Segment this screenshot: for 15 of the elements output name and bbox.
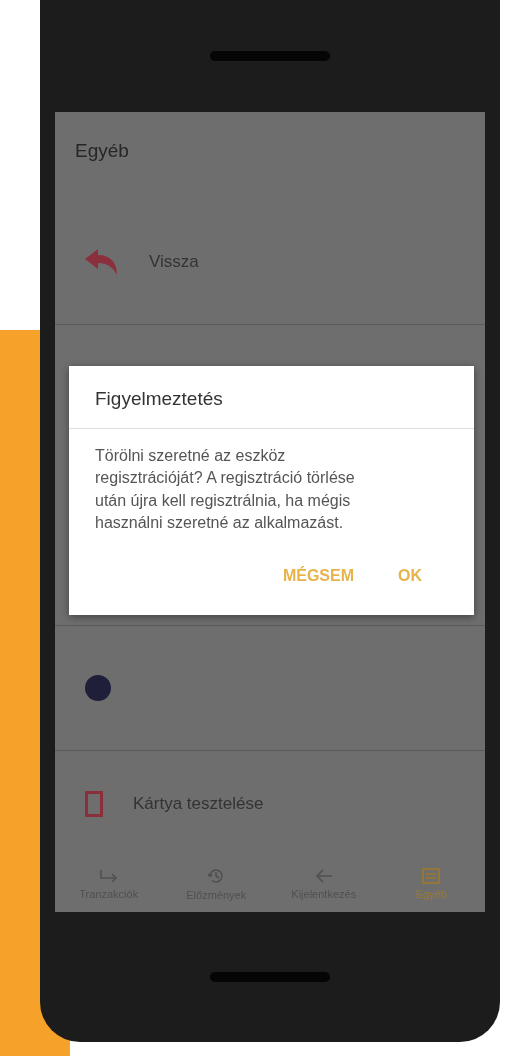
reply-arrow-icon	[85, 249, 119, 275]
left-arrow-icon	[314, 868, 333, 884]
menu-item[interactable]: Vissza	[55, 200, 485, 325]
menu-item[interactable]: Kártya tesztelése	[55, 751, 485, 856]
nav-tab[interactable]: Egyéb	[377, 868, 485, 900]
dialog-message: Törölni szeretné az eszköz regisztrációját? A regisztráció törlése után újra kell regisztrálnia, ha mégis használni szeretné az alkalmazást.	[94, 446, 356, 534]
circle-icon	[85, 675, 111, 701]
redirect-arrow-icon	[98, 868, 119, 884]
history-icon	[207, 867, 226, 885]
card-icon	[85, 790, 103, 817]
dialog-button[interactable]: MÉGSEM	[270, 560, 366, 591]
dialog-title: Figyelmeztetés	[69, 366, 474, 429]
screen-title: Egyéb	[74, 139, 130, 163]
dialog-button[interactable]: OK	[386, 560, 434, 591]
list-icon	[422, 868, 441, 884]
